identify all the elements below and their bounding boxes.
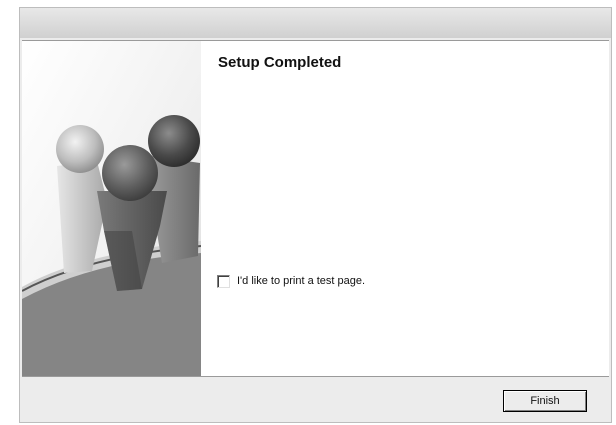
main-panel: Setup Completed I'd like to print a test… — [201, 41, 609, 376]
print-test-page-label: I'd like to print a test page. — [237, 275, 366, 287]
content-area: Setup Completed I'd like to print a test… — [22, 40, 609, 377]
button-bar: Finish — [20, 378, 611, 422]
setup-window: Setup Completed I'd like to print a test… — [19, 7, 612, 423]
page-title: Setup Completed — [218, 54, 342, 71]
people-spheres-graphic — [22, 41, 201, 376]
print-test-page-option[interactable]: I'd like to print a test page. — [217, 273, 365, 289]
title-bar — [20, 8, 611, 38]
side-banner — [22, 41, 201, 376]
finish-button[interactable]: Finish — [503, 390, 587, 412]
print-test-page-checkbox[interactable] — [217, 274, 230, 288]
